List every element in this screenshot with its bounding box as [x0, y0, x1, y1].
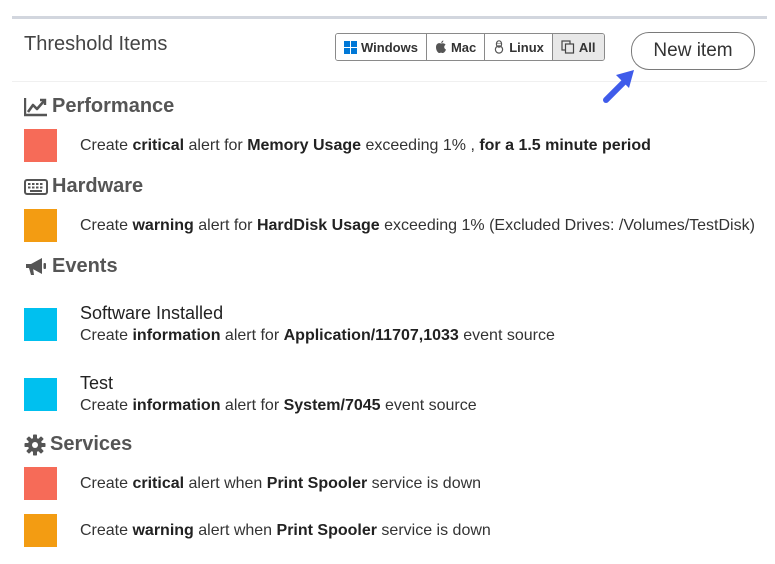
- gear-icon: [24, 434, 46, 456]
- section-performance-title: Performance: [24, 95, 174, 118]
- severity-swatch-critical: [24, 129, 57, 162]
- windows-icon: [344, 40, 357, 54]
- threshold-items-panel: Threshold Items Windows Mac Linux All Ne…: [12, 16, 767, 559]
- os-filter-windows[interactable]: Windows: [336, 34, 427, 60]
- panel-header: Threshold Items Windows Mac Linux All Ne…: [12, 19, 767, 82]
- os-filter-label: All: [578, 39, 596, 55]
- os-filter-label: Linux: [509, 39, 544, 55]
- event-name: Test: [80, 373, 114, 393]
- threshold-row[interactable]: Software Installed Create information al…: [24, 301, 555, 347]
- os-filter-linux[interactable]: Linux: [485, 34, 553, 60]
- threshold-row[interactable]: Test Create information alert for System…: [24, 371, 477, 417]
- threshold-description: Software Installed Create information al…: [80, 303, 555, 344]
- copy-icon: [561, 40, 575, 54]
- os-filter-label: Windows: [361, 39, 418, 55]
- new-item-button[interactable]: New item: [631, 32, 755, 70]
- threshold-row[interactable]: Create critical alert for Memory Usage e…: [24, 129, 651, 162]
- severity-swatch-critical: [24, 467, 57, 500]
- threshold-description: Create critical alert for Memory Usage e…: [80, 136, 651, 154]
- line-chart-icon: [24, 97, 48, 117]
- threshold-row[interactable]: Create critical alert when Print Spooler…: [24, 467, 481, 500]
- section-events-title: Events: [24, 255, 118, 278]
- threshold-description: Test Create information alert for System…: [80, 373, 477, 414]
- severity-swatch-information: [24, 377, 57, 411]
- severity-swatch-warning: [24, 209, 57, 242]
- threshold-description: Create warning alert when Print Spooler …: [80, 521, 491, 539]
- section-title-text: Services: [50, 433, 133, 455]
- section-title-text: Performance: [52, 95, 175, 117]
- bullhorn-icon: [24, 257, 48, 277]
- os-filter-label: Mac: [450, 39, 477, 55]
- os-filter-all[interactable]: All: [552, 34, 604, 60]
- event-name: Software Installed: [80, 303, 224, 323]
- severity-swatch-warning: [24, 514, 57, 547]
- severity-swatch-information: [24, 307, 57, 341]
- linux-icon: [493, 40, 505, 54]
- threshold-row[interactable]: Create warning alert when Print Spooler …: [24, 514, 491, 547]
- threshold-description: Create critical alert when Print Spooler…: [80, 474, 482, 492]
- keyboard-icon: [24, 178, 48, 196]
- section-hardware-title: Hardware: [24, 175, 143, 198]
- section-title-text: Hardware: [52, 175, 144, 197]
- threshold-row[interactable]: Create warning alert for HardDisk Usage …: [24, 209, 755, 242]
- section-title-text: Events: [52, 255, 118, 277]
- pointer-arrow-icon: [603, 70, 634, 103]
- section-services-title: Services: [24, 433, 132, 456]
- threshold-description: Create warning alert for HardDisk Usage …: [80, 216, 755, 234]
- os-filter-group: Windows Mac Linux All: [335, 33, 605, 61]
- os-filter-mac[interactable]: Mac: [426, 34, 486, 60]
- apple-icon: [435, 40, 447, 54]
- page-title: Threshold Items: [24, 33, 168, 55]
